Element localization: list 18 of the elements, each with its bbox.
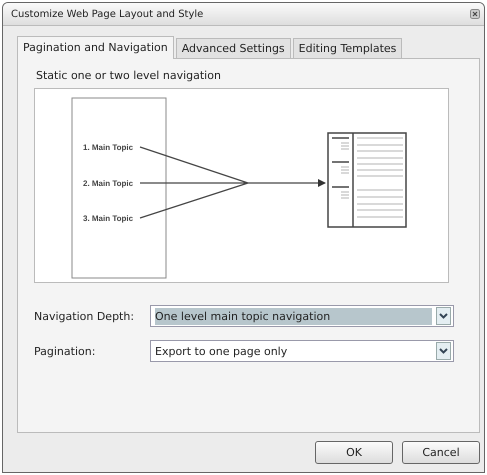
tab[interactable]: Advanced Settings xyxy=(176,38,291,58)
topic-label: 3. Main Topic xyxy=(83,214,134,223)
topic-label: 2. Main Topic xyxy=(83,179,134,188)
window-title: Customize Web Page Layout and Style xyxy=(11,8,204,20)
dropdown[interactable]: Export to one page only xyxy=(150,340,454,362)
field-label: Navigation Depth: xyxy=(34,310,136,322)
caret-icon xyxy=(436,342,451,360)
dialog-button[interactable]: Cancel xyxy=(402,441,480,464)
topic-label: 1. Main Topic xyxy=(83,143,134,152)
document-icon xyxy=(327,132,407,228)
dropdown[interactable]: One level main topic navigation xyxy=(150,305,454,327)
section-label: Static one or two level navigation xyxy=(36,69,222,82)
dialog-button[interactable]: OK xyxy=(315,441,393,464)
tab[interactable]: Editing Templates xyxy=(292,38,402,58)
close-icon[interactable] xyxy=(470,9,480,19)
caret-icon xyxy=(436,307,451,325)
tab[interactable]: Pagination and Navigation xyxy=(17,36,174,59)
field-label: Pagination: xyxy=(34,344,96,358)
